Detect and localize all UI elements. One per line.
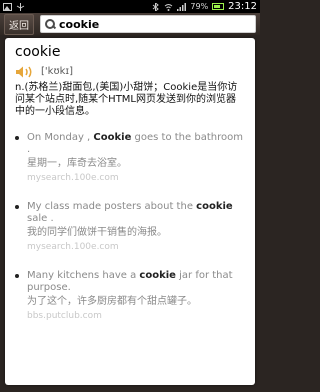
back-button[interactable]: 返回 [4, 13, 34, 35]
clock: 23:12 [228, 1, 257, 12]
example-english: On Monday , Cookie goes to the bathroom … [27, 132, 243, 155]
battery-icon [212, 3, 225, 10]
list-item: On Monday , Cookie goes to the bathroom … [15, 132, 245, 184]
example-source: mysearch.100e.com [27, 173, 119, 183]
example-chinese: 我的同学们做饼干销售的海报。 [27, 227, 167, 238]
wifi-icon [164, 3, 173, 11]
example-english: My class made posters about the cookie s… [27, 201, 233, 224]
battery-percent: 79% [190, 2, 209, 11]
headword: cookie [15, 44, 61, 60]
definition: n.(苏格兰)甜面包,(美国)小甜饼；Cookie是当你访问某个站点时,随某个H… [15, 82, 238, 117]
image-icon [3, 2, 12, 11]
example-chinese: 星期一，库奇去浴室。 [27, 158, 127, 169]
speaker-icon[interactable] [15, 64, 35, 78]
list-item: My class made posters about the cookie s… [15, 201, 245, 253]
search-input[interactable]: cookie [40, 15, 256, 33]
list-item: Many kitchens have a cookie jar for that… [15, 270, 245, 322]
example-list: On Monday , Cookie goes to the bathroom … [15, 132, 245, 322]
usb-icon [16, 2, 25, 11]
bullet [15, 136, 19, 140]
bluetooth-icon [151, 1, 160, 12]
status-bar: 79% 23:12 [0, 0, 260, 13]
example-source: mysearch.100e.com [27, 242, 119, 252]
phonetic: ['kʊkɪ] [41, 65, 74, 77]
bullet [15, 274, 19, 278]
bullet [15, 205, 19, 209]
example-chinese: 为了这个，许多厨房都有个甜点罐子。 [27, 296, 197, 307]
search-input-value[interactable]: cookie [59, 18, 99, 31]
search-icon [45, 19, 55, 29]
dictionary-card: cookie ['kʊkɪ] n.(苏格兰)甜面包,(美国)小甜饼；Cookie… [5, 38, 255, 385]
example-english: Many kitchens have a cookie jar for that… [27, 270, 233, 293]
pronunciation-row: ['kʊkɪ] [15, 64, 245, 78]
top-toolbar: 返回 cookie [0, 13, 260, 35]
example-source: bbs.putclub.com [27, 311, 102, 321]
signal-icon [177, 2, 187, 11]
